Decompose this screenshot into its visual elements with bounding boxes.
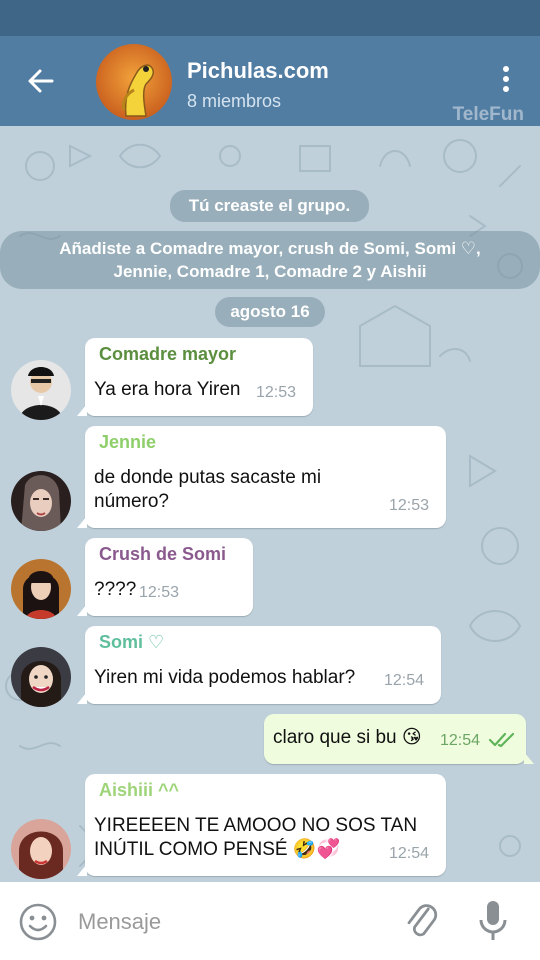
outgoing-message-bubble[interactable]: claro que si bu 😘 12:54: [264, 714, 534, 764]
avatar-somi[interactable]: [11, 647, 71, 707]
microphone-icon: [479, 901, 507, 940]
arrow-left-icon: [28, 69, 54, 93]
message-bubble[interactable]: Comadre mayor Ya era hora Yiren 12:53: [77, 338, 313, 416]
chat-title[interactable]: Pichulas.com: [187, 58, 329, 84]
avatar-crush-de-somi[interactable]: [11, 559, 71, 619]
message-text: Yiren mi vida podemos hablar?: [94, 667, 356, 688]
message-time: 12:54: [389, 845, 430, 862]
message-time: 12:53: [256, 384, 297, 401]
message-input[interactable]: [78, 904, 378, 940]
date-separator: agosto 16: [215, 297, 325, 327]
message-text: ????: [94, 579, 137, 600]
avatar-jennie[interactable]: [11, 471, 71, 531]
avatar-aishiii[interactable]: [11, 819, 71, 879]
avatar-comadre-mayor[interactable]: [11, 360, 71, 420]
back-button[interactable]: [22, 62, 60, 100]
double-check-icon: [488, 732, 515, 748]
status-bar: [0, 0, 540, 36]
member-count: 8 miembros: [187, 91, 282, 111]
message-text: de donde putas sacaste mi número?: [94, 467, 322, 512]
message-text: claro que si bu 😘: [273, 727, 422, 748]
sender-name[interactable]: Crush de Somi: [99, 544, 226, 565]
service-message-created: Tú creaste el grupo.: [170, 190, 369, 222]
service-message-added: Añadiste a Comadre mayor, crush de Somi,…: [0, 231, 540, 289]
sender-name[interactable]: Aishiii ^^: [99, 780, 179, 801]
paperclip-icon: [407, 904, 438, 937]
more-vertical-icon: [503, 66, 509, 72]
message-time: 12:54: [440, 732, 481, 749]
sender-name[interactable]: Jennie: [99, 432, 156, 453]
sender-name[interactable]: Somi ♡: [99, 632, 164, 653]
message-bubble[interactable]: Somi ♡ Yiren mi vida podemos hablar? 12:…: [77, 626, 441, 704]
message-bubble[interactable]: Crush de Somi ???? 12:53: [77, 538, 253, 616]
message-bubble[interactable]: Jennie de donde putas sacaste mi número?…: [77, 426, 446, 528]
chat-area[interactable]: Tú creaste el grupo. Añadiste a Comadre …: [0, 126, 540, 882]
message-time: 12:54: [384, 672, 425, 689]
smiley-icon: [19, 903, 57, 941]
emoji-button[interactable]: [18, 902, 58, 942]
watermark: TeleFun: [452, 104, 524, 125]
message-time: 12:53: [389, 497, 430, 514]
attach-button[interactable]: [402, 900, 442, 944]
message-text: Ya era hora Yiren: [94, 379, 241, 400]
message-time: 12:53: [139, 584, 180, 601]
message-text: YIREEEEN TE AMOOO NO SOS TAN INÚTIL COMO…: [94, 815, 418, 860]
message-composer: [0, 882, 540, 960]
message-bubble[interactable]: Aishiii ^^ YIREEEEN TE AMOOO NO SOS TAN …: [77, 774, 446, 876]
group-avatar[interactable]: [96, 44, 172, 120]
sender-name[interactable]: Comadre mayor: [99, 344, 236, 365]
more-menu-button[interactable]: [494, 64, 518, 98]
microphone-button[interactable]: [476, 898, 510, 944]
